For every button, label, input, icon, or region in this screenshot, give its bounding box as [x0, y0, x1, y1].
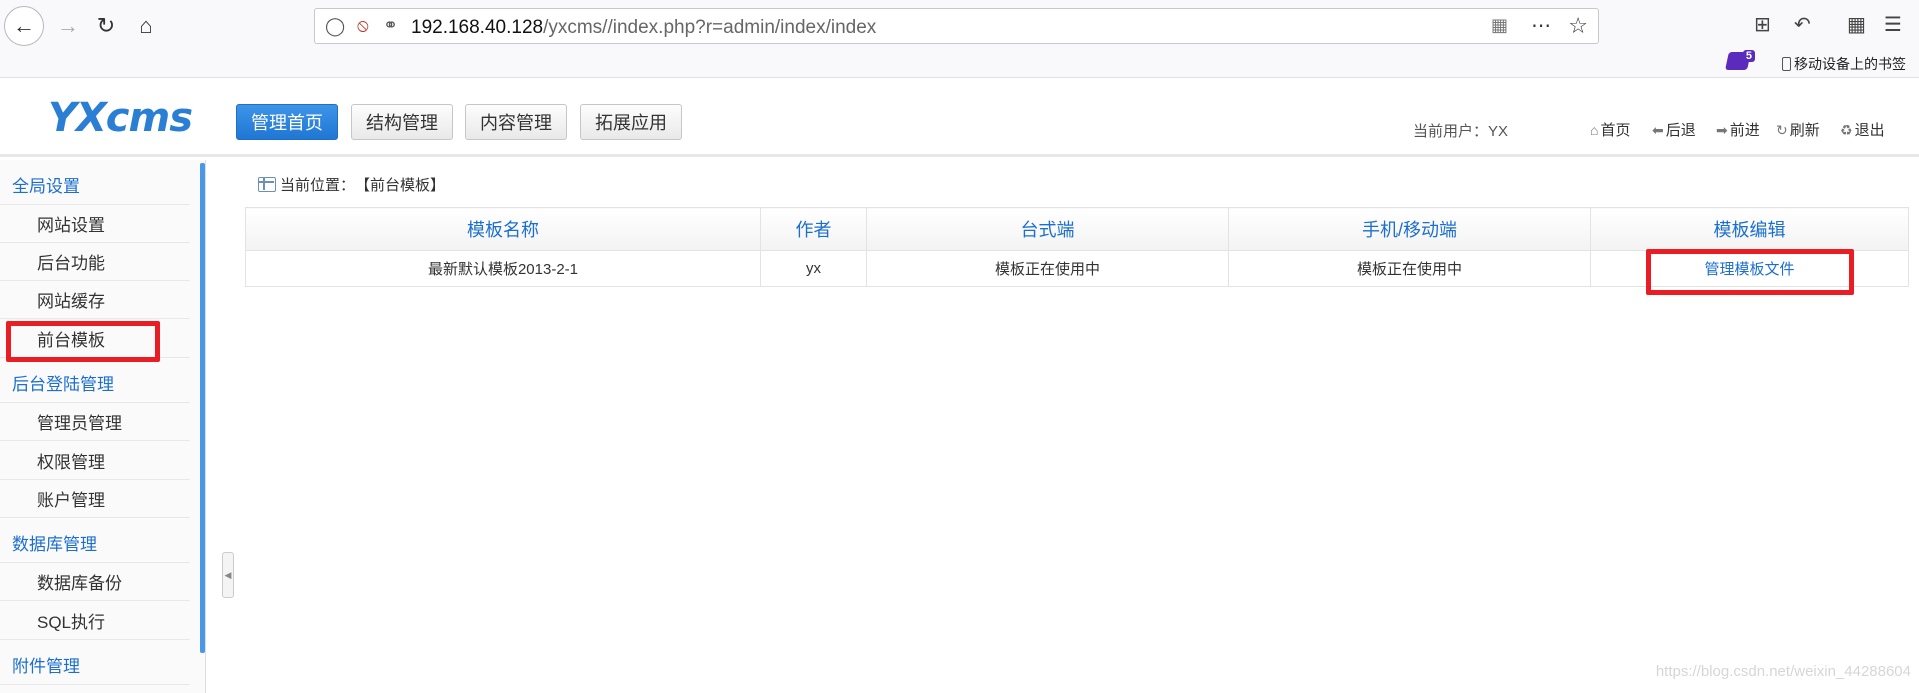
quick-link-forward[interactable]: ➡ 前进: [1716, 119, 1760, 140]
home-icon: ⌂: [1590, 122, 1599, 138]
quick-link-logout[interactable]: ♻ 退出: [1840, 119, 1885, 140]
table-row: 最新默认模板2013-2-1 yx 模板正在使用中 模板正在使用中 管理模板文件: [245, 250, 1909, 287]
col-header-template-name: 模板名称: [245, 207, 761, 251]
breadcrumb: 当前位置： 【前台模板】: [258, 174, 445, 195]
tab-content[interactable]: 内容管理: [465, 104, 567, 140]
sidebar-item-frontend-templates[interactable]: 前台模板: [0, 320, 190, 358]
app-header: YXcms 管理首页 结构管理 内容管理 拓展应用 当前用户：YX ⌂ 首页 ⬅ 后…: [0, 79, 1919, 157]
template-table: 模板名称 作者 台式端 手机/移动端 模板编辑 最新默认模板2013-2-1 y…: [245, 207, 1909, 287]
cell-author: yx: [760, 250, 867, 287]
tab-structure[interactable]: 结构管理: [351, 104, 453, 140]
insecure-lock-icon[interactable]: ⦸: [357, 15, 369, 36]
watermark: https://blog.csdn.net/weixin_44288604: [1655, 663, 1911, 680]
browser-toolbar: ← → ↻ ⌂ ◯ ⦸ ⚭ 192.168.40.128/yxcms//inde…: [0, 0, 1919, 78]
more-actions-icon[interactable]: ⋯: [1531, 13, 1552, 38]
sidebar-item-db-backup[interactable]: 数据库备份: [0, 563, 190, 601]
yxcms-logo[interactable]: YXcms: [48, 95, 193, 141]
manage-template-files-link[interactable]: 管理模板文件: [1704, 261, 1794, 278]
url-text[interactable]: 192.168.40.128/yxcms//index.php?r=admin/…: [411, 17, 876, 39]
reload-icon[interactable]: ↻: [86, 6, 126, 46]
sidebar: 全局设置 网站设置 后台功能 网站缓存 前台模板 后台登陆管理 管理员管理 权限…: [0, 160, 206, 693]
back-arrow-icon[interactable]: ←: [4, 6, 44, 46]
sidebar-group-global-settings[interactable]: 全局设置: [0, 165, 190, 205]
sidebar-item-admin-features[interactable]: 后台功能: [0, 243, 190, 281]
breadcrumb-current: 【前台模板】: [355, 177, 446, 194]
col-header-desktop: 台式端: [866, 207, 1229, 251]
sidebar-item-permissions[interactable]: 权限管理: [0, 442, 190, 480]
qr-code-icon[interactable]: ▦: [1491, 15, 1508, 36]
sidebar-item-accounts[interactable]: 账户管理: [0, 480, 190, 518]
sidebar-item-admin-management[interactable]: 管理员管理: [0, 403, 190, 441]
phone-icon: [1782, 57, 1791, 71]
arrow-right-icon: ➡: [1716, 122, 1728, 138]
extension-badge-count: 5: [1742, 50, 1755, 62]
sidebar-item-site-cache[interactable]: 网站缓存: [0, 281, 190, 319]
home-icon[interactable]: ⌂: [126, 6, 166, 46]
sidebar-group-attachments[interactable]: 附件管理: [0, 645, 190, 685]
tab-extensions[interactable]: 拓展应用: [580, 104, 682, 140]
layout-icon: [258, 177, 276, 192]
sidebar-item-site-settings[interactable]: 网站设置: [0, 205, 190, 243]
sidebar-group-database[interactable]: 数据库管理: [0, 523, 190, 563]
cell-template-edit: 管理模板文件: [1590, 250, 1909, 287]
table-header-row: 模板名称 作者 台式端 手机/移动端 模板编辑: [245, 207, 1909, 251]
sidebar-item-sql-exec[interactable]: SQL执行: [0, 602, 190, 640]
forward-arrow-icon[interactable]: →: [48, 6, 88, 46]
quick-link-back[interactable]: ⬅ 后退: [1652, 119, 1696, 140]
bookmark-star-icon[interactable]: ☆: [1568, 13, 1588, 39]
screenshot-crop-icon[interactable]: ⊞: [1754, 12, 1771, 37]
tab-admin-home[interactable]: 管理首页: [236, 104, 338, 140]
sidebar-scrollbar[interactable]: [200, 163, 205, 653]
quick-link-home[interactable]: ⌂ 首页: [1590, 119, 1630, 140]
sidebar-collapse-handle[interactable]: ◀: [222, 552, 234, 598]
sidebar-group-login-management[interactable]: 后台登陆管理: [0, 363, 190, 403]
extensions-icon[interactable]: ▦: [1847, 12, 1866, 37]
shield-icon[interactable]: ◯: [325, 16, 345, 37]
refresh-icon: ↻: [1776, 122, 1788, 138]
undo-icon[interactable]: ↶: [1794, 12, 1811, 37]
col-header-author: 作者: [760, 207, 867, 251]
arrow-left-icon: ⬅: [1652, 122, 1664, 138]
menu-icon[interactable]: ☰: [1884, 12, 1902, 37]
current-user: 当前用户：YX: [1413, 123, 1509, 140]
col-header-mobile: 手机/移动端: [1228, 207, 1591, 251]
chevron-left-icon: ◀: [224, 569, 232, 580]
mobile-bookmarks-link[interactable]: 移动设备上的书签: [1782, 54, 1906, 74]
logout-icon: ♻: [1840, 122, 1853, 138]
cell-mobile-status: 模板正在使用中: [1228, 250, 1591, 287]
cell-template-name: 最新默认模板2013-2-1: [245, 250, 761, 287]
key-icon[interactable]: ⚭: [383, 15, 398, 36]
cell-desktop-status: 模板正在使用中: [866, 250, 1229, 287]
col-header-template-edit: 模板编辑: [1590, 207, 1909, 251]
quick-link-refresh[interactable]: ↻ 刷新: [1776, 119, 1820, 140]
address-bar[interactable]: ◯ ⦸ ⚭ 192.168.40.128/yxcms//index.php?r=…: [314, 8, 1599, 44]
